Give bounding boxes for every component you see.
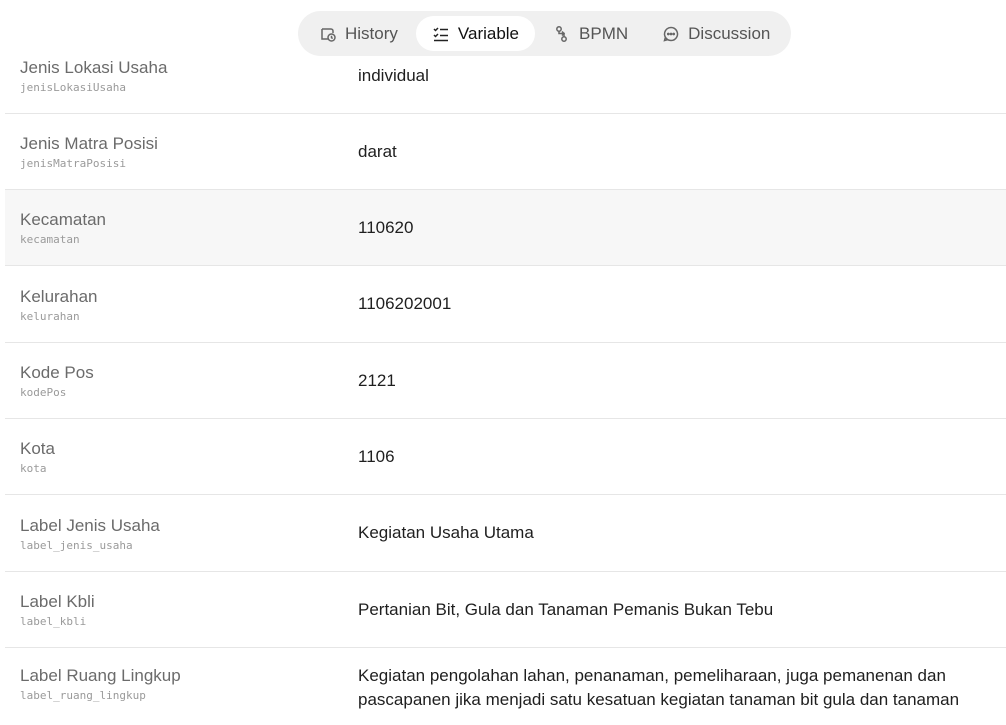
variable-label: Jenis Lokasi Usaha — [20, 58, 168, 77]
variable-name-cell: Label Jenis Usaha label_jenis_usaha — [5, 515, 358, 552]
checklist-icon — [432, 25, 450, 43]
tab-discussion[interactable]: Discussion — [646, 16, 786, 51]
variable-key: label_jenis_usaha — [20, 538, 133, 552]
variable-panel: History Variable BPMN Discussion Jenis L… — [0, 0, 1006, 725]
variable-label: Kecamatan — [20, 210, 106, 229]
variable-value: Kegiatan Usaha Utama — [358, 523, 534, 542]
variable-value: darat — [358, 141, 397, 161]
variable-name-cell: Kota kota — [5, 438, 358, 475]
table-row: Label Kbli label_kbli Pertanian Bit, Gul… — [5, 572, 1006, 648]
tab-history-label: History — [345, 23, 398, 43]
history-icon — [319, 25, 337, 43]
variable-value: 110620 — [358, 217, 414, 237]
variable-key: kodePos — [20, 386, 67, 399]
table-row: Jenis Matra Posisi jenisMatraPosisi dara… — [5, 114, 1006, 190]
variable-label: Label Ruang Lingkup — [20, 666, 181, 685]
table-row: Label Ruang Lingkup label_ruang_lingkup … — [5, 648, 1006, 725]
variable-label: Kode Pos — [20, 363, 94, 382]
tab-history[interactable]: History — [303, 16, 414, 51]
variable-name-cell: Kelurahan kelurahan — [5, 286, 358, 323]
variable-key: jenisMatraPosisi — [20, 157, 126, 170]
variable-value: 1106 — [358, 446, 395, 466]
variable-label: Kota — [20, 439, 55, 458]
workflow-icon — [553, 25, 571, 43]
variable-key: kelurahan — [20, 309, 80, 323]
variable-name-cell: Label Ruang Lingkup label_ruang_lingkup — [5, 648, 358, 702]
variable-name-cell: Kecamatan kecamatan — [5, 209, 358, 246]
table-row: Kota kota 1106 — [5, 419, 1006, 495]
variable-value: Kegiatan pengolahan lahan, penanaman, pe… — [358, 666, 960, 709]
table-row: Kecamatan kecamatan 110620 — [5, 190, 1006, 266]
variable-name-cell: Jenis Lokasi Usaha jenisLokasiUsaha — [5, 57, 358, 94]
variable-table: Jenis Lokasi Usaha jenisLokasiUsaha indi… — [5, 48, 1006, 725]
variable-key: kecamatan — [20, 233, 80, 246]
chat-bubble-icon — [662, 25, 680, 43]
variable-label: Label Kbli — [20, 592, 95, 611]
variable-value: individual — [358, 65, 429, 85]
tab-bpmn-label: BPMN — [579, 23, 629, 43]
variable-value: 1106202001 — [358, 294, 452, 313]
variable-value: 2121 — [358, 370, 396, 390]
variable-value: Pertanian Bit, Gula dan Tanaman Pemanis … — [358, 599, 774, 619]
tab-variable-label: Variable — [457, 23, 520, 43]
tab-bpmn[interactable]: BPMN — [537, 16, 644, 51]
variable-key: label_kbli — [20, 615, 87, 628]
tab-bar: History Variable BPMN Discussion — [298, 11, 791, 56]
variable-key: jenisLokasiUsaha — [20, 81, 126, 94]
table-row: Kelurahan kelurahan 1106202001 — [5, 266, 1006, 343]
variable-label: Kelurahan — [20, 286, 98, 306]
variable-key: label_ruang_lingkup — [20, 689, 146, 702]
variable-name-cell: Kode Pos kodePos — [5, 362, 358, 399]
variable-name-cell: Label Kbli label_kbli — [5, 591, 358, 628]
variable-key: kota — [20, 462, 47, 475]
variable-label: Jenis Matra Posisi — [20, 134, 158, 153]
tab-discussion-label: Discussion — [688, 23, 771, 43]
table-row: Label Jenis Usaha label_jenis_usaha Kegi… — [5, 495, 1006, 572]
variable-name-cell: Jenis Matra Posisi jenisMatraPosisi — [5, 133, 358, 170]
variable-label: Label Jenis Usaha — [20, 515, 160, 535]
tab-variable[interactable]: Variable — [415, 16, 536, 51]
table-row: Kode Pos kodePos 2121 — [5, 343, 1006, 419]
